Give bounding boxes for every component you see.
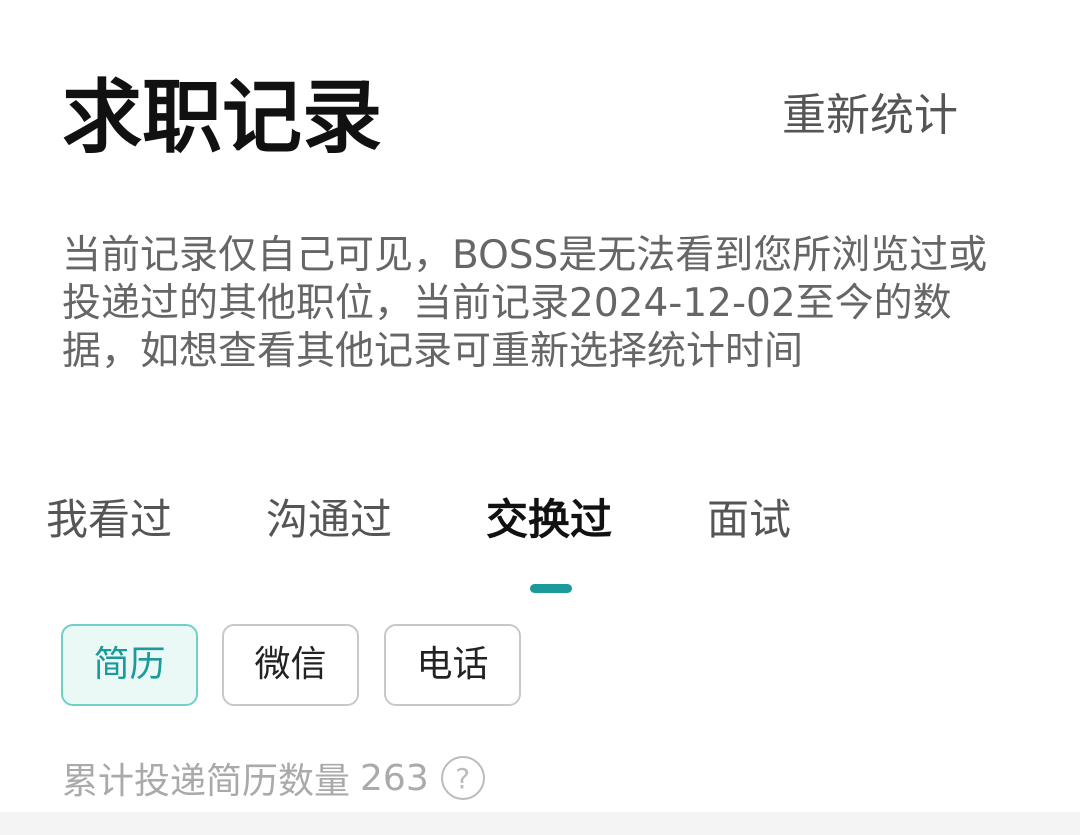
tab-interview[interactable]: 面试: [707, 488, 791, 552]
tab-contacted[interactable]: 沟通过: [266, 488, 392, 552]
privacy-notice: 当前记录仅自己可见，BOSS是无法看到您所浏览过或投递过的其他职位，当前记录20…: [62, 233, 988, 374]
chip-wechat[interactable]: 微信: [222, 624, 359, 706]
question-circle-icon[interactable]: ?: [440, 756, 485, 800]
tab-exchanged[interactable]: 交换过: [486, 488, 612, 552]
chip-phone[interactable]: 电话: [384, 624, 521, 706]
resume-count-summary: 累计投递简历数量 263 ?: [62, 752, 485, 804]
exchange-type-filter: 简历 微信 电话: [0, 624, 1080, 708]
chip-resume[interactable]: 简历: [61, 624, 198, 706]
page-title: 求职记录: [62, 71, 382, 164]
record-tabs: 我看过 沟通过 交换过 面试: [0, 488, 1080, 598]
summary-count: 263: [360, 757, 429, 799]
list-area-edge: [0, 812, 1080, 835]
header: 求职记录 重新统计: [0, 0, 1080, 200]
recount-button[interactable]: 重新统计: [782, 88, 958, 144]
tab-viewed[interactable]: 我看过: [46, 488, 172, 552]
summary-label: 累计投递简历数量: [62, 761, 351, 802]
job-record-page: 求职记录 重新统计 当前记录仅自己可见，BOSS是无法看到您所浏览过或投递过的其…: [0, 0, 1080, 835]
active-tab-indicator: [530, 584, 572, 593]
